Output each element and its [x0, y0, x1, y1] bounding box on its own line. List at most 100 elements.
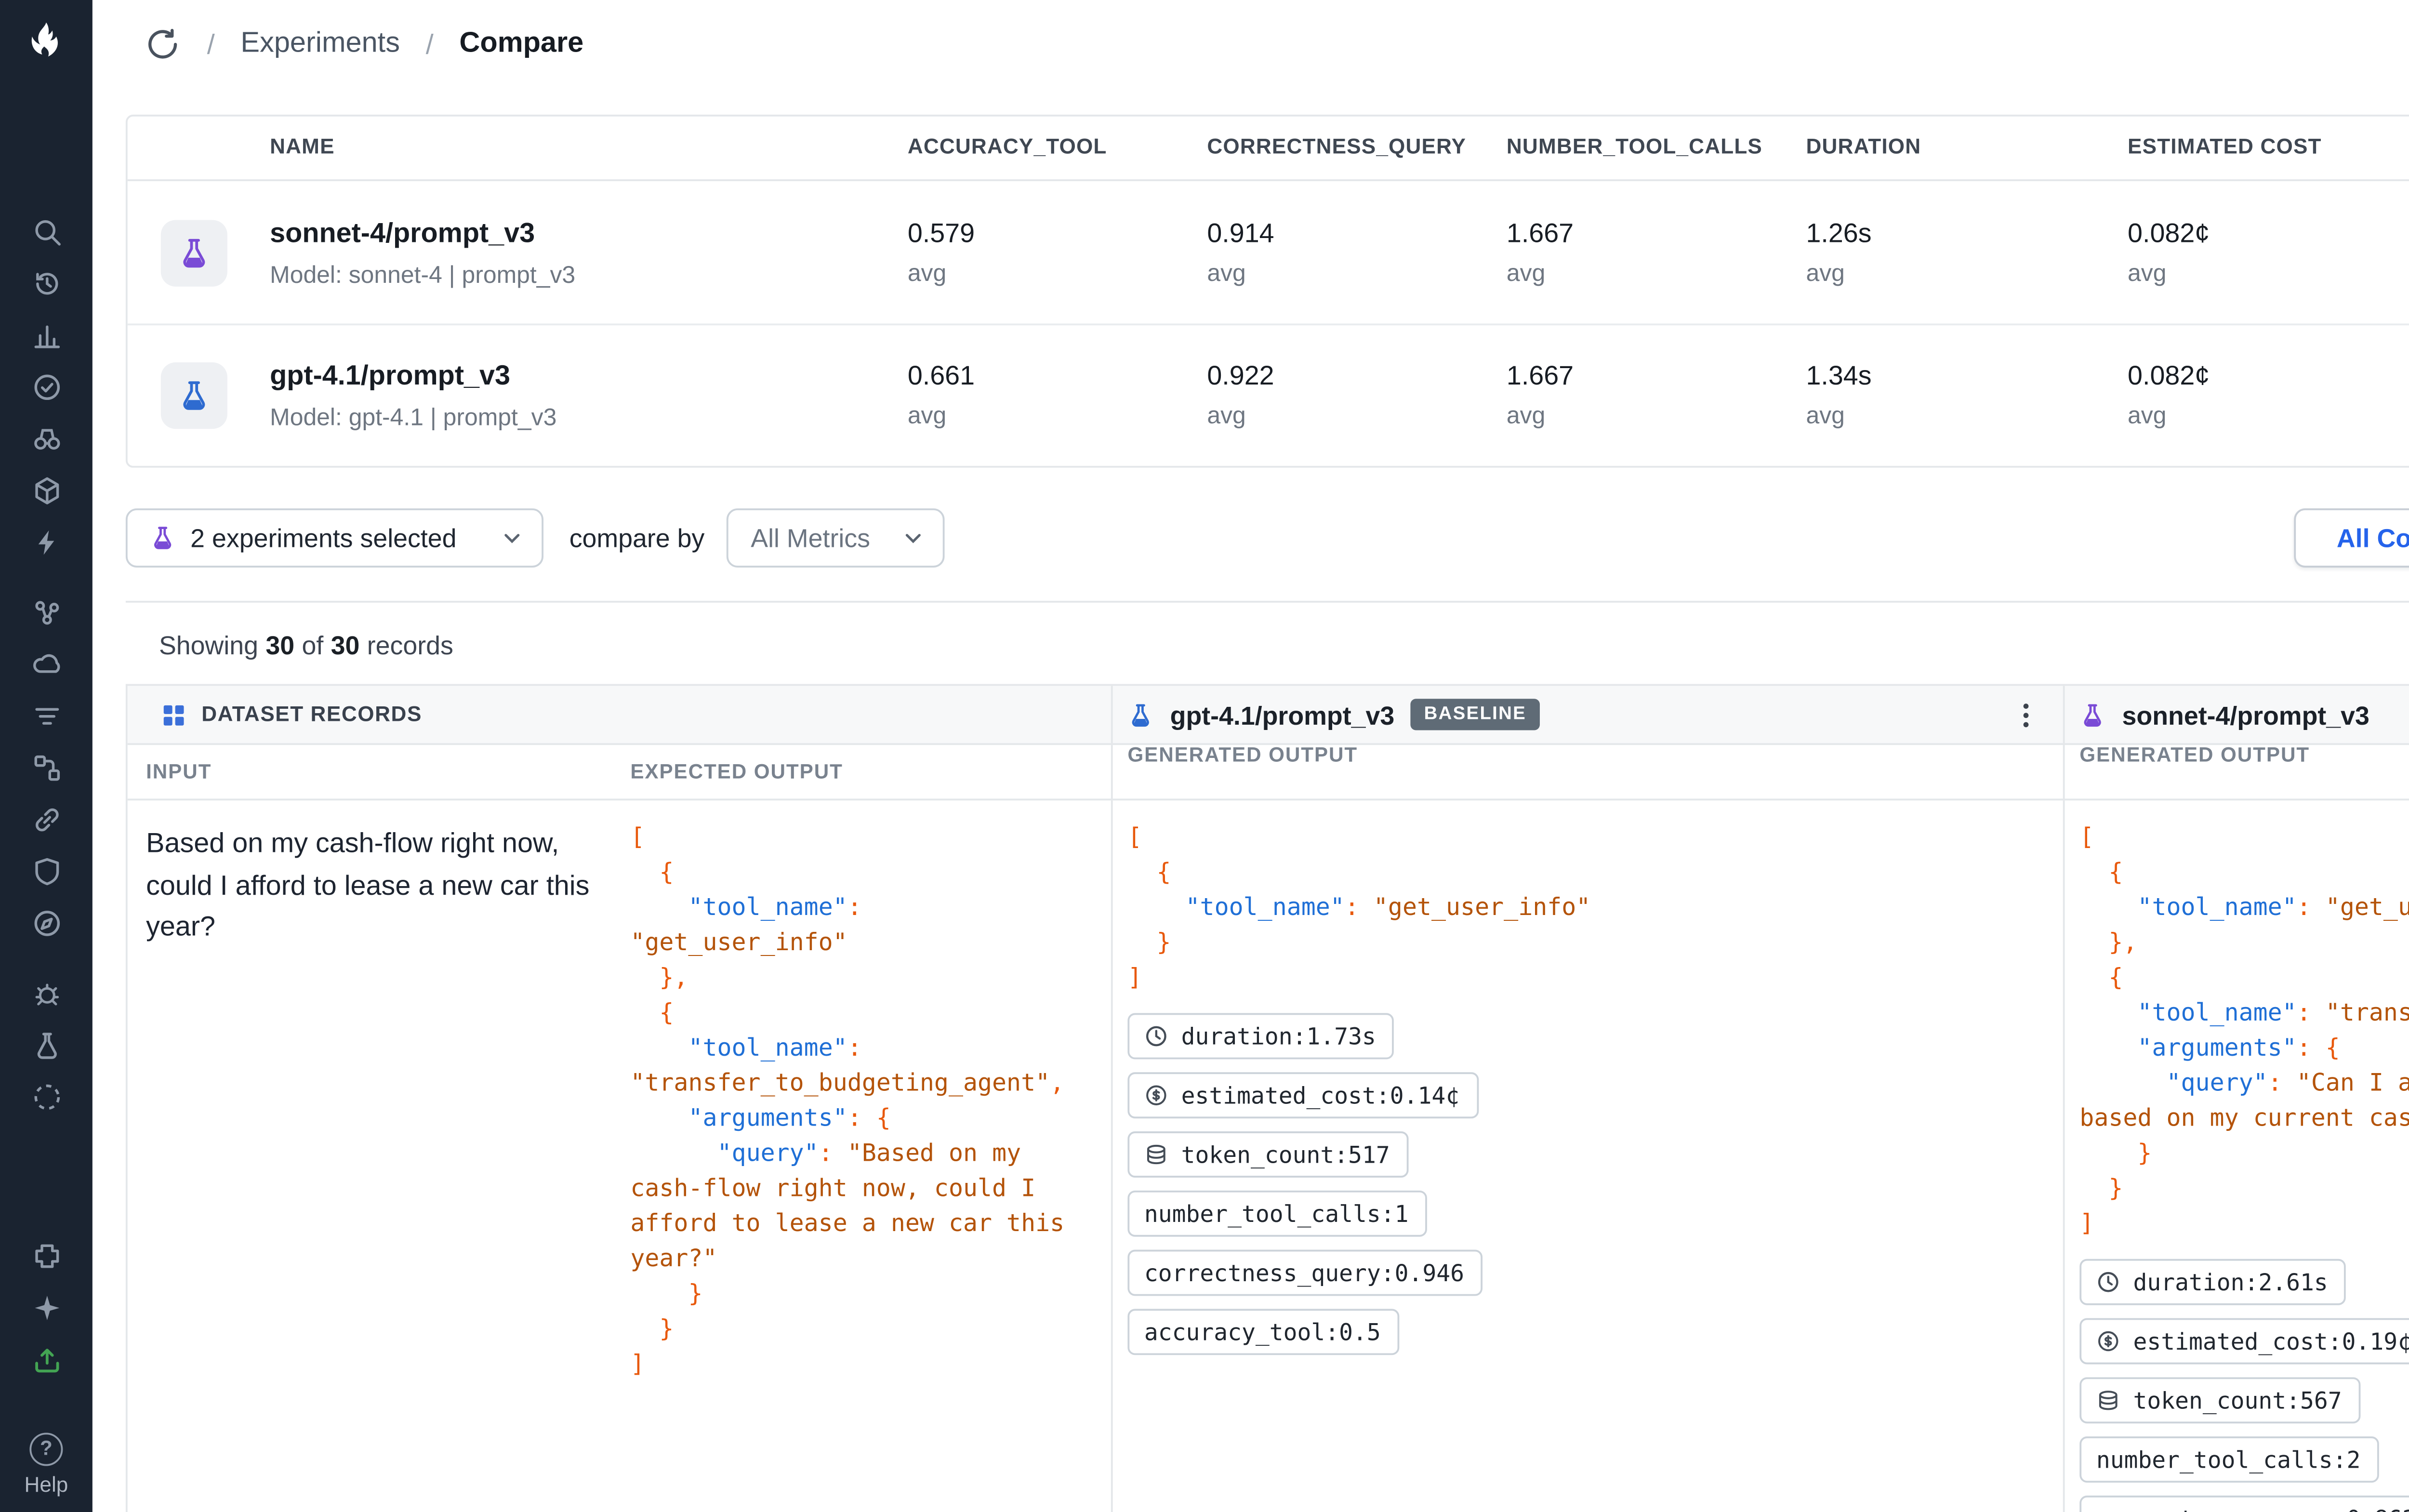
- viewport: ? Help / Experiments / Compare NAME ACCU…: [0, 0, 2409, 1512]
- compare-output-json: [ { "tool_name": "get_user_info" }, { "t…: [2079, 821, 2409, 1242]
- binoculars-icon[interactable]: [22, 416, 70, 462]
- bar-chart-icon[interactable]: [22, 312, 70, 358]
- tab-all-content[interactable]: All Content: [2294, 508, 2409, 568]
- breadcrumb-experiments[interactable]: Experiments: [240, 28, 400, 61]
- compare-metric-badges: duration:2.61s estimated_cost:0.19¢ toke…: [2079, 1259, 2409, 1512]
- experiment-row-gpt[interactable]: gpt-4.1/prompt_v3 Model: gpt-4.1 | promp…: [128, 323, 2409, 465]
- flask-icon: [2079, 702, 2105, 728]
- kebab-menu-icon[interactable]: [2011, 700, 2040, 729]
- tool-calls-badge: number_tool_calls:1: [1127, 1191, 1427, 1237]
- column-header-input: INPUT: [128, 761, 623, 783]
- chevron-down-icon: [902, 527, 925, 549]
- metrics-filter-selector[interactable]: All Metrics: [727, 508, 945, 568]
- baseline-experiment-header: gpt-4.1/prompt_v3 BASELINE: [1111, 686, 2063, 743]
- search-icon[interactable]: [22, 209, 70, 255]
- cost-icon: [1144, 1083, 1168, 1107]
- metric-cell: 0.082¢avg: [2128, 219, 2409, 286]
- link-icon[interactable]: [22, 797, 70, 843]
- comparison-grid-subheader: INPUT EXPECTED OUTPUT GENERATED OUTPUT G…: [128, 745, 2409, 800]
- compare-generated-output: [ { "tool_name": "get_user_info" }, { "t…: [2063, 800, 2409, 1512]
- correctness-badge: correctness_query:0.862: [2079, 1496, 2409, 1512]
- token-icon: [1144, 1142, 1168, 1167]
- table-grid-icon: [161, 702, 187, 728]
- comparison-grid: DATASET RECORDS gpt-4.1/prompt_v3 BASELI…: [126, 684, 2409, 1512]
- loader-icon[interactable]: [22, 1074, 70, 1120]
- column-header-generated-output-compare: GENERATED OUTPUT: [2063, 745, 2409, 798]
- flask-chip: [161, 219, 227, 286]
- column-header-estimated-cost: ESTIMATED COST: [2128, 137, 2409, 159]
- experiment-model: Model: sonnet-4 | prompt_v3: [270, 260, 908, 288]
- clock-icon: [2096, 1270, 2120, 1294]
- compare-experiment-name: sonnet-4/prompt_v3: [2122, 700, 2369, 729]
- shield-icon[interactable]: [22, 849, 70, 895]
- dataset-records-header: DATASET RECORDS: [128, 702, 1111, 728]
- expected-output-json: [ { "tool_name": "get_user_info" }, { "t…: [630, 821, 1081, 1382]
- metric-cell: 0.579avg: [908, 219, 1207, 286]
- column-header-name: NAME: [270, 137, 908, 159]
- column-header-expected-output: EXPECTED OUTPUT: [623, 761, 1111, 783]
- accuracy-badge: accuracy_tool:0.5: [1127, 1309, 1399, 1355]
- cloud-icon[interactable]: [22, 641, 70, 688]
- summary-table-header: NAME ACCURACY_TOOL CORRECTNESS_QUERY NUM…: [128, 117, 2409, 181]
- blocks-icon[interactable]: [22, 1233, 70, 1279]
- experiment-row-sonnet[interactable]: sonnet-4/prompt_v3 Model: sonnet-4 | pro…: [128, 181, 2409, 323]
- content-tabs: All Content Output Evals: [2294, 508, 2409, 568]
- baseline-metric-badges: duration:1.73s estimated_cost:0.14¢ toke…: [1127, 1013, 2026, 1355]
- experiments-circle-icon[interactable]: [144, 26, 181, 63]
- metric-cell: 0.914avg: [1207, 219, 1507, 286]
- flask-icon: [1127, 702, 1153, 728]
- metric-cell: 0.661avg: [908, 362, 1207, 429]
- duration-badge: duration:2.61s: [2079, 1259, 2346, 1305]
- breadcrumb: / Experiments / Compare: [93, 0, 2409, 89]
- baseline-badge: BASELINE: [1411, 699, 1539, 730]
- comparison-grid-header: DATASET RECORDS gpt-4.1/prompt_v3 BASELI…: [128, 686, 2409, 745]
- baseline-output-json: [ { "tool_name": "get_user_info" } ]: [1127, 821, 2026, 996]
- sidebar: ? Help: [0, 0, 93, 1512]
- bolt-icon[interactable]: [22, 519, 70, 566]
- breadcrumb-separator: /: [426, 28, 434, 60]
- beaker-icon[interactable]: [22, 1022, 70, 1069]
- experiment-name: gpt-4.1/prompt_v3: [270, 360, 908, 392]
- upload-icon[interactable]: [22, 1337, 70, 1383]
- cost-badge: estimated_cost:0.19¢: [2079, 1318, 2409, 1365]
- app-window: ? Help / Experiments / Compare NAME ACCU…: [0, 0, 2409, 1512]
- breadcrumb-separator: /: [207, 28, 215, 60]
- column-header-generated-output-baseline: GENERATED OUTPUT: [1111, 745, 2063, 798]
- records-section: Showing 30 of 30 records DATASET RECORDS…: [93, 601, 2409, 1512]
- metric-cell: 1.26savg: [1806, 219, 2128, 286]
- cost-badge: estimated_cost:0.14¢: [1127, 1072, 1478, 1118]
- tool-calls-badge: number_tool_calls:2: [2079, 1436, 2379, 1483]
- compass-icon[interactable]: [22, 900, 70, 946]
- phoenix-logo-icon[interactable]: [22, 13, 70, 72]
- sidebar-bottom-nav: ? Help: [22, 1233, 70, 1512]
- record-count-status: Showing 30 of 30 records: [93, 603, 2409, 684]
- filter-icon[interactable]: [22, 693, 70, 740]
- metric-cell: 0.082¢avg: [2128, 362, 2409, 429]
- experiments-selector[interactable]: 2 experiments selected: [126, 508, 543, 568]
- token-badge: token_count:567: [2079, 1377, 2360, 1423]
- cube-icon[interactable]: [22, 468, 70, 514]
- flask-icon: [150, 525, 176, 551]
- cluster-icon[interactable]: [22, 590, 70, 636]
- column-header-correctness-query: CORRECTNESS_QUERY: [1207, 137, 1507, 159]
- history-icon[interactable]: [22, 261, 70, 307]
- flask-chip: [161, 362, 227, 429]
- help-label[interactable]: Help: [25, 1475, 68, 1498]
- sidebar-nav: [22, 209, 70, 1126]
- baseline-experiment-name: gpt-4.1/prompt_v3: [1170, 700, 1395, 729]
- dataset-record-row[interactable]: Based on my cash-flow right now, could I…: [128, 800, 2409, 1512]
- workflow-icon[interactable]: [22, 745, 70, 791]
- check-circle-icon[interactable]: [22, 364, 70, 411]
- main-content: / Experiments / Compare NAME ACCURACY_TO…: [93, 0, 2409, 1512]
- metric-cell: 1.34savg: [1806, 362, 2128, 429]
- sparkle-icon[interactable]: [22, 1285, 70, 1331]
- experiment-name: sonnet-4/prompt_v3: [270, 217, 908, 249]
- baseline-generated-output: [ { "tool_name": "get_user_info" } ] dur…: [1111, 800, 2063, 1512]
- token-icon: [2096, 1388, 2120, 1412]
- breadcrumb-compare: Compare: [459, 28, 583, 61]
- bug-icon[interactable]: [22, 970, 70, 1017]
- column-header-accuracy-tool: ACCURACY_TOOL: [908, 137, 1207, 159]
- duration-badge: duration:1.73s: [1127, 1013, 1394, 1060]
- help-icon[interactable]: ?: [29, 1432, 63, 1466]
- metric-cell: 0.922avg: [1207, 362, 1507, 429]
